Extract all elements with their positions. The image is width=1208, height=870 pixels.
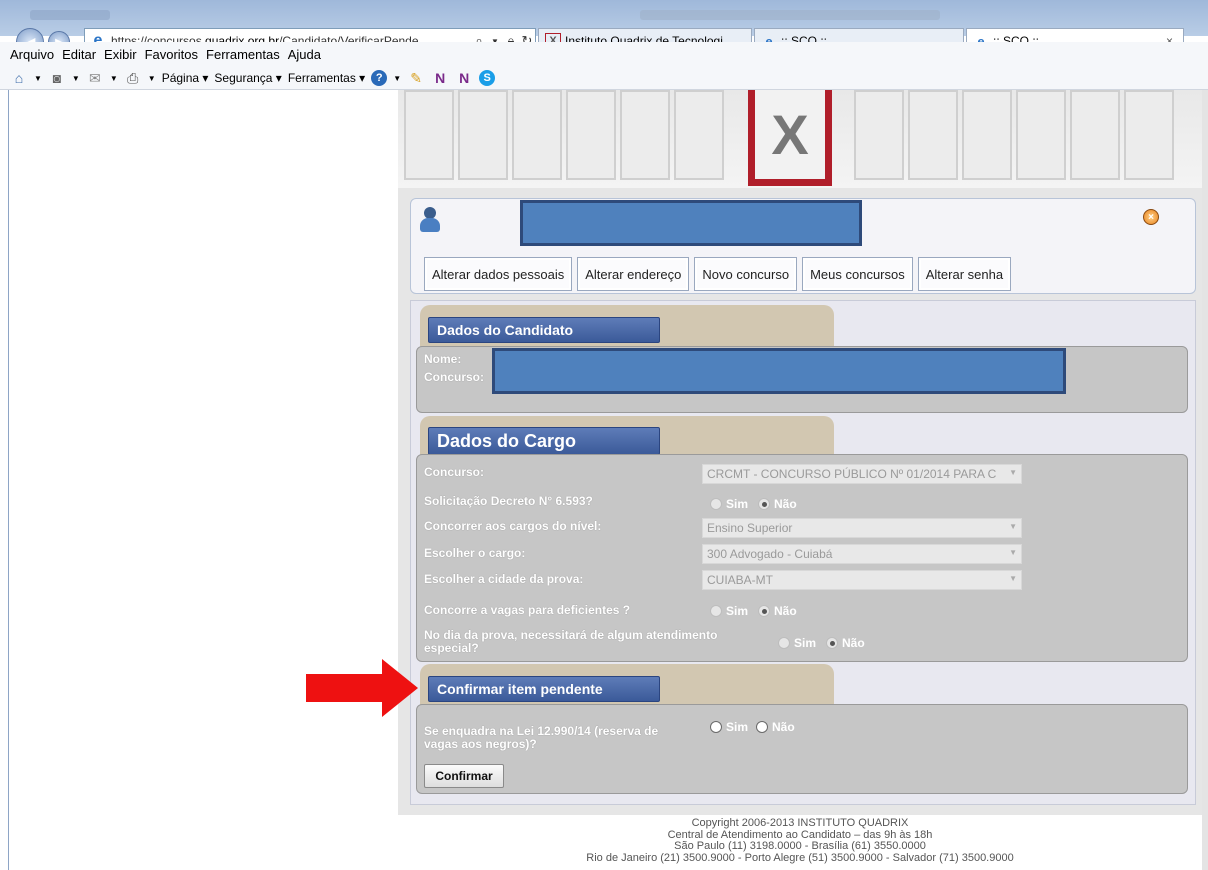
red-arrow-annotation (306, 659, 418, 717)
cargo-label: Escolher o cargo: (424, 546, 526, 560)
nivel-select-value: Ensino Superior (707, 521, 793, 535)
lei-nao-radio[interactable] (756, 721, 769, 733)
menu-favoritos[interactable]: Favoritos (145, 47, 198, 62)
nome-label: Nome: (424, 352, 462, 366)
page-frame-border (8, 90, 9, 870)
radio-label: Não (842, 636, 865, 650)
chevron-down-icon: ▼ (1009, 574, 1017, 583)
atendimento-radio-group: Sim Não (778, 636, 865, 650)
concurso-select[interactable]: CRCMT - CONCURSO PÚBLICO Nº 01/2014 PARA… (702, 464, 1022, 484)
cargo-select-value: 300 Advogado - Cuiabá (707, 547, 833, 561)
skype-icon[interactable]: S (479, 70, 496, 86)
deficientes-nao-radio[interactable] (758, 605, 771, 617)
concurso-select-value: CRCMT - CONCURSO PÚBLICO Nº 01/2014 PARA… (707, 467, 997, 481)
onenote-icon[interactable]: N (431, 70, 449, 86)
print-icon[interactable]: ⎙ (124, 70, 142, 86)
candidato-title: Dados do Candidato (428, 317, 660, 343)
home-icon[interactable]: ⌂ (10, 70, 28, 86)
nivel-select[interactable]: Ensino Superior ▼ (702, 518, 1022, 538)
confirmar-button[interactable]: Confirmar (424, 764, 504, 788)
command-seguranca[interactable]: Segurança ▾ (214, 71, 281, 85)
cidade-label: Escolher a cidade da prova: (424, 572, 584, 586)
lei-sim-radio[interactable] (710, 721, 722, 733)
page-footer: Copyright 2006-2013 INSTITUTO QUADRIX Ce… (398, 815, 1202, 870)
lei-radio-group: Sim Não (710, 720, 795, 734)
mail-icon[interactable]: ✉ (86, 70, 104, 86)
help-icon[interactable]: ? (371, 70, 388, 86)
cargo-select[interactable]: 300 Advogado - Cuiabá ▼ (702, 544, 1022, 564)
radio-label: Não (774, 604, 797, 618)
menu-exibir[interactable]: Exibir (104, 47, 137, 62)
atendimento-sim-radio[interactable] (778, 637, 790, 649)
command-ferramentas[interactable]: Ferramentas ▾ (288, 71, 365, 85)
logout-icon[interactable]: × (1143, 209, 1159, 225)
radio-label: Não (774, 497, 797, 511)
menu-editar[interactable]: Editar (62, 47, 96, 62)
atendimento-label-line2: especial? (424, 641, 479, 655)
redacted-candidate-info (492, 348, 1066, 394)
tab-alterar-dados-pessoais[interactable]: Alterar dados pessoais (424, 257, 573, 291)
radio-label: Sim (794, 636, 817, 650)
radio-label: Não (772, 720, 795, 734)
deficientes-label: Concorre a vagas para deficientes ? (424, 603, 631, 617)
chevron-down-icon: ▼ (1009, 522, 1017, 531)
user-tabs: Alterar dados pessoais Alterar endereço … (424, 257, 1012, 291)
user-icon (420, 207, 440, 233)
quadrix-logo: X (748, 90, 832, 186)
tab-alterar-endereco[interactable]: Alterar endereço (577, 257, 690, 291)
chevron-down-icon: ▼ (1009, 548, 1017, 557)
redacted-username (520, 200, 862, 246)
pen-icon[interactable]: ✎ (407, 70, 425, 86)
cidade-select-value: CUIABA-MT (707, 573, 773, 587)
decreto-sim-radio[interactable] (710, 498, 722, 510)
footer-line: Copyright 2006-2013 INSTITUTO QUADRIX (691, 817, 909, 829)
cidade-select[interactable]: CUIABA-MT ▼ (702, 570, 1022, 590)
menu-ferramentas[interactable]: Ferramentas (206, 47, 280, 62)
rss-icon[interactable]: ◙ (48, 70, 66, 86)
cargo-title: Dados do Cargo (428, 427, 660, 455)
nivel-label: Concorrer aos cargos do nível: (424, 519, 602, 533)
deficientes-radio-group: Sim Não (710, 604, 797, 618)
tab-alterar-senha[interactable]: Alterar senha (917, 257, 1012, 291)
pendente-title: Confirmar item pendente (428, 676, 660, 702)
tab-novo-concurso[interactable]: Novo concurso (694, 257, 798, 291)
lei-label-line1: Se enquadra na Lei 12.990/14 (reserva de (424, 724, 659, 738)
atendimento-label-line1: No dia da prova, necessitará de algum at… (424, 628, 718, 642)
onenote-send-icon[interactable]: N (455, 70, 473, 86)
radio-label: Sim (726, 604, 749, 618)
command-bar: ⌂ ▼ ◙ ▼ ✉ ▼ ⎙ ▼ Página ▾ Segurança ▾ Ferrame… (10, 70, 496, 86)
menu-arquivo[interactable]: Arquivo (10, 47, 54, 62)
deficientes-sim-radio[interactable] (710, 605, 722, 617)
menu-ajuda[interactable]: Ajuda (288, 47, 321, 62)
decreto-nao-radio[interactable] (758, 498, 771, 510)
decreto-label: Solicitação Decreto N° 6.593? (424, 494, 593, 508)
atendimento-nao-radio[interactable] (826, 637, 839, 649)
decreto-radio-group: Sim Não (710, 497, 797, 511)
menu-bar: Arquivo Editar Exibir Favoritos Ferramen… (0, 42, 1208, 90)
chevron-down-icon: ▼ (1009, 468, 1017, 477)
tab-meus-concursos[interactable]: Meus concursos (802, 257, 913, 291)
footer-line: São Paulo (11) 3198.0000 - Brasília (61)… (674, 840, 926, 852)
concurso-label: Concurso: (424, 370, 484, 384)
cargo-concurso-label: Concurso: (424, 465, 484, 479)
radio-label: Sim (726, 497, 749, 511)
command-pagina[interactable]: Página ▾ (162, 71, 209, 85)
radio-label: Sim (726, 720, 749, 734)
footer-line: Rio de Janeiro (21) 3500.9000 - Porto Al… (586, 851, 1014, 864)
lei-label-line2: vagas aos negros)? (424, 737, 537, 751)
